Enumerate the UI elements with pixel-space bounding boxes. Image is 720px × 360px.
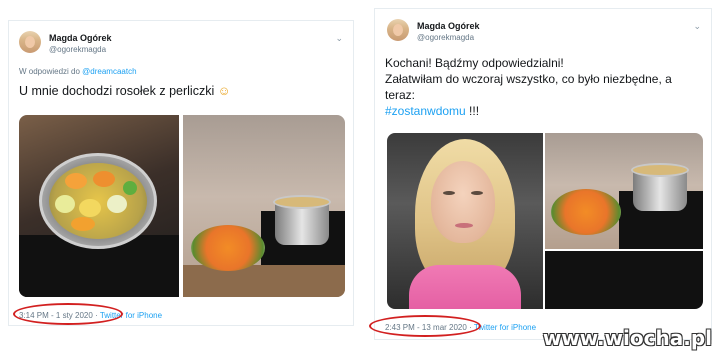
celery-piece xyxy=(107,195,127,213)
carrot-piece xyxy=(93,171,115,187)
author-handle[interactable]: @ogorekmagda xyxy=(417,33,474,42)
author-handle[interactable]: @ogorekmagda xyxy=(49,45,106,54)
chevron-down-icon[interactable]: ⌄ xyxy=(335,33,343,44)
carrot-piece xyxy=(71,217,95,231)
exclamation-text: !!! xyxy=(465,104,480,118)
photo-kitchen-stove[interactable] xyxy=(183,115,345,297)
photo-pot-soup[interactable] xyxy=(19,115,179,297)
reply-mention-link[interactable]: @dreamcaatch xyxy=(82,67,136,76)
tweet-text-body: U mnie dochodzi rosołek z perliczki xyxy=(19,84,215,98)
tweet-line-4: #zostanwdomu !!! xyxy=(385,103,707,119)
lips xyxy=(455,223,473,228)
steel-pot-rim xyxy=(273,195,331,209)
avatar[interactable] xyxy=(19,31,41,53)
smiling-face-emoji-icon: ☺ xyxy=(217,84,231,98)
potato-piece xyxy=(55,195,75,213)
hashtag-link[interactable]: #zostanwdomu xyxy=(385,104,466,118)
tweet-card-right: Magda Ogórek @ogorekmagda ⌄ Kochani! Bąd… xyxy=(369,8,712,340)
carrot-piece xyxy=(65,173,87,189)
highlight-circle xyxy=(13,303,123,325)
watermark: www.wiocha.pl xyxy=(542,326,712,350)
reply-context: W odpowiedzi do @dreamcaatch xyxy=(19,67,137,76)
pink-jacket xyxy=(409,265,521,309)
tweet-line-2: Załatwiłam do wczoraj wszystko, co było … xyxy=(385,72,672,86)
countertop xyxy=(183,265,345,297)
parsley-piece xyxy=(123,181,137,195)
tweet-card-left: Magda Ogórek @ogorekmagda ⌄ W odpowiedzi… xyxy=(8,20,354,326)
tweet-text: U mnie dochodzi rosołek z perliczki ☺ xyxy=(19,83,230,100)
potato-piece xyxy=(79,199,101,217)
author-name[interactable]: Magda Ogórek xyxy=(417,21,480,31)
tweet-source-link[interactable]: Twitter for iPhone xyxy=(474,323,536,332)
chevron-down-icon[interactable]: ⌄ xyxy=(693,21,701,32)
tweet-text: Kochani! Bądźmy odpowiedzialni! Załatwił… xyxy=(385,55,707,119)
reply-prefix: W odpowiedzi do xyxy=(19,67,80,76)
vegetable-bowl xyxy=(551,189,621,235)
photo-dark-panel[interactable] xyxy=(545,251,703,309)
photo-kitchen-stove[interactable] xyxy=(545,133,703,249)
highlight-circle xyxy=(369,315,481,337)
avatar[interactable] xyxy=(387,19,409,41)
eye xyxy=(443,191,455,195)
photo-selfie[interactable] xyxy=(387,133,543,309)
face xyxy=(431,161,495,243)
author-name[interactable]: Magda Ogórek xyxy=(49,33,112,43)
vegetable-bowl xyxy=(191,225,265,271)
steel-pot-rim xyxy=(631,163,689,177)
eye xyxy=(471,191,483,195)
tweet-line-1: Kochani! Bądźmy odpowiedzialni! xyxy=(385,56,564,70)
tweet-line-3: teraz: xyxy=(385,88,416,102)
